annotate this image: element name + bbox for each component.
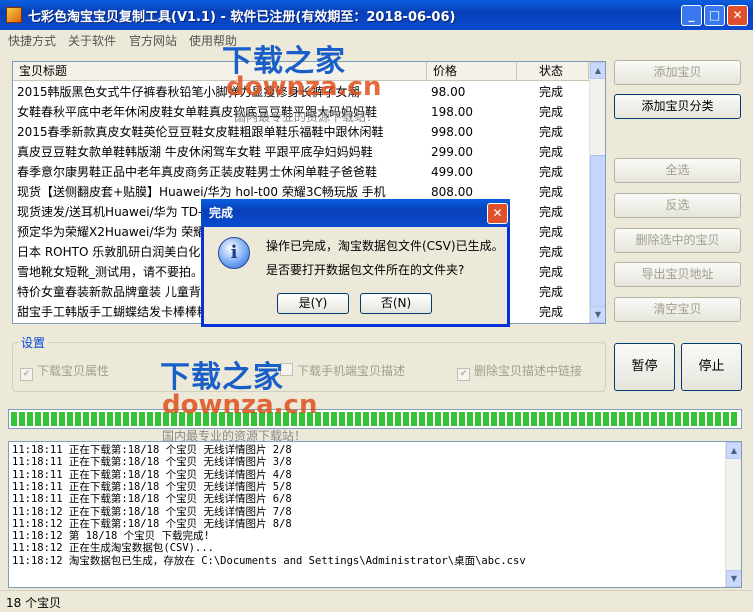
scroll-down-button[interactable]: ▼ [590,306,605,323]
complete-dialog[interactable]: 完成 ✕ i 操作已完成，淘宝数据包文件(CSV)已生成。 是否要打开数据包文件… [201,199,510,327]
log-line: 11:18:11 正在下载第:18/18 个宝贝 无线详情图片 5/8 [12,480,292,493]
stop-button[interactable]: 停止 [681,343,742,391]
cell-status: 完成 [539,305,564,319]
add-item-button[interactable]: 添加宝贝 [614,60,741,85]
log-line: 11:18:12 正在生成淘宝数据包(CSV)... [12,542,214,555]
dialog-title[interactable]: 完成 [201,199,510,227]
cell-price: 299.00 [431,145,473,159]
cell-status: 完成 [539,105,564,119]
cell-status: 完成 [539,165,564,179]
menu-shortcut[interactable]: 快捷方式 [8,32,56,49]
table-row[interactable]: 春季意尔康男鞋正品中老年真皮商务正装皮鞋男士休闲单鞋子爸爸鞋 499.00 完成 [13,162,589,182]
download-mobile-desc-checkbox[interactable]: 下载手机端宝贝描述 [280,362,405,379]
dialog-message-line1: 操作已完成，淘宝数据包文件(CSV)已生成。 [266,239,504,253]
remove-desc-links-checkbox[interactable]: ✔ 删除宝贝描述中链接 [457,362,582,381]
watermark-slogan: 国内最专业的资源下载站！ [234,110,379,124]
select-all-button[interactable]: 全选 [614,158,741,183]
cell-price: 998.00 [431,125,473,139]
cell-status: 完成 [539,85,564,99]
log-line: 11:18:12 正在下载第:18/18 个宝贝 无线详情图片 7/8 [12,505,292,518]
cell-price: 499.00 [431,165,473,179]
status-bar: 18 个宝贝 [0,590,753,612]
cell-title: 真皮豆豆鞋女款单鞋韩版潮 牛皮休闲驾车女鞋 平跟平底孕妇妈妈鞋 [17,145,373,159]
menu-bar: 快捷方式 关于软件 官方网站 使用帮助 [0,30,753,50]
log-line: 11:18:12 第 18/18 个宝贝 下载完成! [12,530,210,543]
cell-status: 完成 [539,245,564,259]
add-category-button[interactable]: 添加宝贝分类 [614,94,741,119]
clear-items-button[interactable]: 清空宝贝 [614,297,741,322]
watermark-slogan-2: 国内最专业的资源下载站！ [162,429,307,443]
log-line: 11:18:11 正在下载第:18/18 个宝贝 无线详情图片 2/8 [12,444,292,456]
table-row[interactable]: 真皮豆豆鞋女款单鞋韩版潮 牛皮休闲驾车女鞋 平跟平底孕妇妈妈鞋 299.00 完成 [13,142,589,162]
column-header-price[interactable]: 价格 [427,62,517,81]
dialog-close-button[interactable]: ✕ [487,203,508,224]
info-icon: i [218,237,250,269]
title-bar[interactable]: 七彩色淘宝宝贝复制工具(V1.1) - 软件已注册(有效期至：2018-06-0… [0,0,753,30]
status-text: 18 个宝贝 [6,596,62,610]
minimize-button[interactable]: _ [681,5,702,26]
close-button[interactable]: ✕ [727,5,748,26]
pause-button[interactable]: 暂停 [614,343,675,391]
download-attributes-checkbox[interactable]: ✔ 下载宝贝属性 [20,362,109,381]
cell-status: 完成 [539,285,564,299]
cell-status: 完成 [539,125,564,139]
column-header-status[interactable]: 状态 [517,62,589,81]
delete-selected-button[interactable]: 删除选中的宝贝 [614,228,741,253]
dialog-message-line2: 是否要打开数据包文件所在的文件夹? [266,263,465,277]
cell-title: 春季意尔康男鞋正品中老年真皮商务正装皮鞋男士休闲单鞋子爸爸鞋 [17,165,378,179]
progress-bar [8,409,742,429]
watermark-url-2: downza.cn [162,390,318,420]
scroll-up-button[interactable]: ▲ [590,62,605,79]
cell-status: 完成 [539,145,564,159]
log-scroll-down-button[interactable]: ▼ [726,570,741,587]
log-scroll-up-button[interactable]: ▲ [726,442,741,459]
log-line: 11:18:12 淘宝数据包已生成，存放在 C:\Documents and S… [12,554,526,567]
dialog-no-button[interactable]: 否(N) [360,293,432,314]
log-line: 11:18:12 正在下载第:18/18 个宝贝 无线详情图片 8/8 [12,517,292,530]
maximize-button[interactable]: □ [704,5,725,26]
cell-status: 完成 [539,205,564,219]
watermark-url: downza.cn [226,72,382,102]
export-urls-button[interactable]: 导出宝贝地址 [614,262,741,287]
log-scrollbar[interactable]: ▲ ▼ [725,442,741,587]
menu-website[interactable]: 官方网站 [129,32,177,49]
window-title: 七彩色淘宝宝贝复制工具(V1.1) - 软件已注册(有效期至：2018-06-0… [28,10,456,25]
app-icon [6,7,22,23]
list-scrollbar[interactable]: ▲ ▼ [589,62,605,323]
cell-price: 98.00 [431,85,466,99]
menu-about[interactable]: 关于软件 [68,32,116,49]
log-line: 11:18:11 正在下载第:18/18 个宝贝 无线详情图片 6/8 [12,493,292,506]
checkbox-mark: ✔ [457,368,470,381]
cell-price: 198.00 [431,105,473,119]
cell-title: 2015春季新款真皮女鞋英伦豆豆鞋女皮鞋粗跟单鞋乐福鞋中跟休闲鞋 [17,125,384,139]
dialog-yes-button[interactable]: 是(Y) [277,293,349,314]
scroll-thumb[interactable] [590,155,605,307]
checkbox-mark: ✔ [20,368,33,381]
table-row[interactable]: 2015春季新款真皮女鞋英伦豆豆鞋女皮鞋粗跟单鞋乐福鞋中跟休闲鞋 998.00 完成 [13,122,589,142]
invert-selection-button[interactable]: 反选 [614,193,741,218]
log-output[interactable]: 11:18:11 正在下载第:18/18 个宝贝 无线详情图片 2/8 11:18… [8,441,742,588]
cell-status: 完成 [539,265,564,279]
log-line: 11:18:11 正在下载第:18/18 个宝贝 无线详情图片 4/8 [12,468,292,481]
progress-fill [11,412,739,426]
log-line: 11:18:11 正在下载第:18/18 个宝贝 无线详情图片 3/8 [12,456,292,469]
cell-status: 完成 [539,225,564,239]
settings-label: 设置 [18,334,49,351]
cell-status: 完成 [539,185,564,199]
